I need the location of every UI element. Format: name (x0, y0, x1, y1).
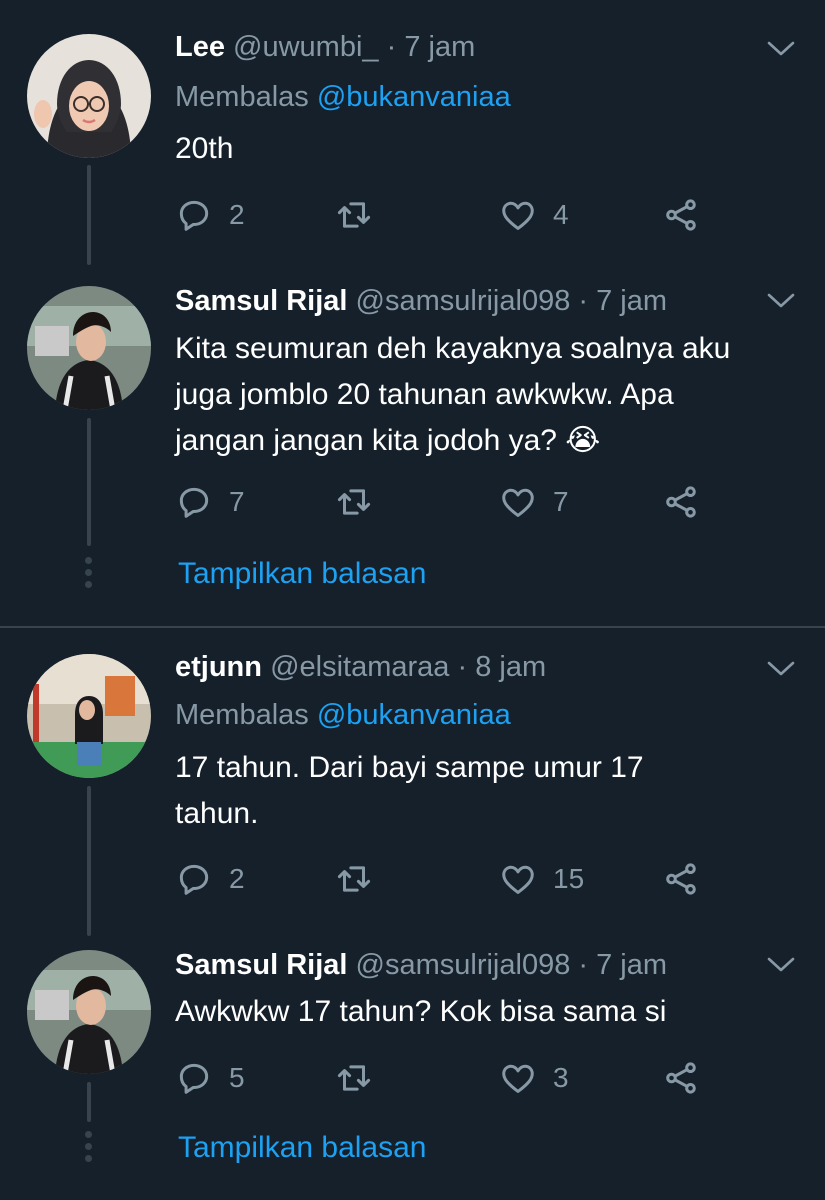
share-button[interactable] (662, 1058, 700, 1098)
user-handle[interactable]: @samsulrijal098 (356, 285, 571, 317)
chevron-down-icon[interactable] (767, 660, 795, 678)
replying-prefix: Membalas (175, 81, 309, 113)
display-name[interactable]: Samsul Rijal (175, 285, 347, 317)
like-button[interactable]: 4 (499, 195, 569, 235)
reply-button[interactable]: 5 (175, 1058, 245, 1098)
display-name[interactable]: etjunn (175, 651, 262, 683)
separator-dot: · (578, 285, 589, 317)
replying-to: Membalas @bukanvaniaa (175, 698, 511, 732)
retweet-button[interactable] (335, 859, 389, 899)
reply-button[interactable]: 2 (175, 195, 245, 235)
user-handle[interactable]: @samsulrijal098 (356, 949, 571, 981)
reply-icon (175, 483, 213, 521)
timestamp[interactable]: 7 jam (596, 949, 667, 981)
share-button[interactable] (662, 195, 700, 235)
heart-icon (499, 196, 537, 234)
thread-ellipsis-dots (85, 557, 93, 593)
like-count: 15 (553, 863, 585, 894)
tweet-actions: 2 15 (175, 859, 715, 899)
chevron-down-icon[interactable] (767, 956, 795, 974)
tweet-text: Kita seumuran deh kayaknya soalnya aku j… (175, 332, 731, 457)
like-count: 3 (553, 1062, 569, 1093)
share-button[interactable] (662, 859, 700, 899)
tweet-header: Samsul Rijal @samsulrijal098 · 7 jam (175, 948, 667, 982)
separator-dot: · (578, 949, 589, 981)
like-button[interactable]: 3 (499, 1058, 569, 1098)
tweet-text: 20th (175, 132, 234, 165)
reply-icon (175, 196, 213, 234)
like-count: 4 (553, 199, 569, 230)
tweet-text: Awkwkw 17 tahun? Kok bisa sama si (175, 995, 667, 1028)
like-count: 7 (553, 486, 569, 517)
avatar[interactable] (27, 34, 151, 158)
tweet-actions: 2 4 (175, 195, 715, 235)
retweet-icon (335, 1059, 373, 1097)
reply-to-mention[interactable]: @bukanvaniaa (317, 81, 511, 113)
timestamp[interactable]: 8 jam (475, 651, 546, 683)
share-icon (662, 483, 700, 521)
reply-to-mention[interactable]: @bukanvaniaa (317, 699, 511, 731)
timestamp[interactable]: 7 jam (596, 285, 667, 317)
retweet-icon (335, 196, 373, 234)
like-button[interactable]: 7 (499, 482, 569, 522)
replying-to: Membalas @bukanvaniaa (175, 80, 511, 114)
chevron-down-icon[interactable] (767, 292, 795, 310)
user-handle[interactable]: @uwumbi_ (233, 31, 379, 63)
reply-button[interactable]: 7 (175, 482, 245, 522)
share-icon (662, 860, 700, 898)
heart-icon (499, 483, 537, 521)
reply-count: 2 (229, 863, 245, 894)
retweet-button[interactable] (335, 195, 389, 235)
thread-ellipsis-dots (85, 1131, 93, 1167)
timestamp[interactable]: 7 jam (404, 31, 475, 63)
reply-count: 2 (229, 199, 245, 230)
share-button[interactable] (662, 482, 700, 522)
tweet[interactable]: Samsul Rijal @samsulrijal098 · 7 jam Awk… (0, 938, 825, 1118)
reply-icon (175, 860, 213, 898)
tweet[interactable]: etjunn @elsitamaraa · 8 jam Membalas @bu… (0, 628, 825, 928)
show-replies-link[interactable]: Tampilkan balasan (178, 1130, 426, 1166)
tweet-actions: 7 7 (175, 482, 715, 522)
tweet-header: Lee @uwumbi_ · 7 jam (175, 30, 475, 64)
retweet-icon (335, 860, 373, 898)
like-button[interactable]: 15 (499, 859, 584, 899)
separator-dot: · (386, 31, 397, 63)
display-name[interactable]: Lee (175, 31, 225, 63)
retweet-button[interactable] (335, 482, 389, 522)
tweet[interactable]: Lee @uwumbi_ · 7 jam Membalas @bukanvani… (0, 0, 825, 260)
tweet-header: etjunn @elsitamaraa · 8 jam (175, 650, 546, 684)
tweet[interactable]: Samsul Rijal @samsulrijal098 · 7 jam Kit… (0, 270, 825, 545)
display-name[interactable]: Samsul Rijal (175, 949, 347, 981)
chevron-down-icon[interactable] (767, 40, 795, 58)
tweet-header: Samsul Rijal @samsulrijal098 · 7 jam (175, 284, 667, 318)
retweet-icon (335, 483, 373, 521)
avatar[interactable] (27, 654, 151, 778)
separator-dot: · (457, 651, 468, 683)
reply-icon (175, 1059, 213, 1097)
show-replies-link[interactable]: Tampilkan balasan (178, 556, 426, 592)
share-icon (662, 1059, 700, 1097)
replying-prefix: Membalas (175, 699, 309, 731)
reply-count: 5 (229, 1062, 245, 1093)
tweet-text: 17 tahun. Dari bayi sampe umur 17 tahun. (175, 751, 644, 830)
user-handle[interactable]: @elsitamaraa (270, 651, 449, 683)
avatar[interactable] (27, 286, 151, 410)
avatar[interactable] (27, 950, 151, 1074)
share-icon (662, 196, 700, 234)
reply-button[interactable]: 2 (175, 859, 245, 899)
heart-icon (499, 860, 537, 898)
heart-icon (499, 1059, 537, 1097)
tweet-actions: 5 3 (175, 1058, 715, 1098)
reply-count: 7 (229, 486, 245, 517)
retweet-button[interactable] (335, 1058, 389, 1098)
